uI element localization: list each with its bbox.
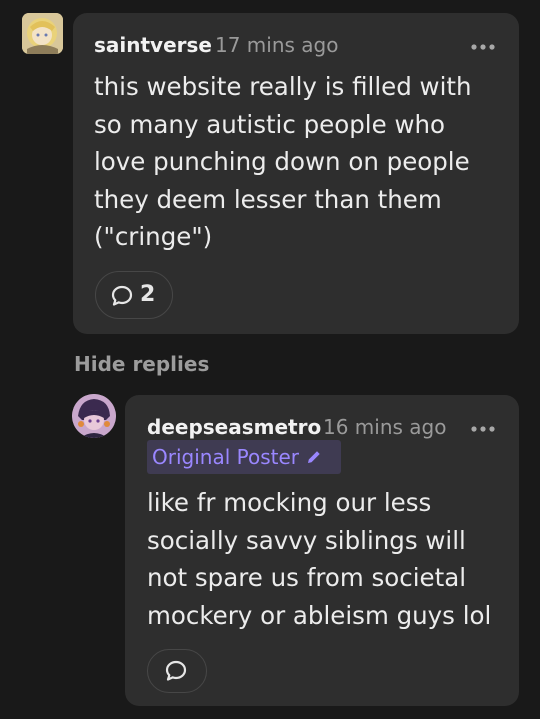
speech-bubble-icon [165,660,187,681]
reply-button[interactable]: 2 [95,271,173,319]
avatar[interactable] [72,394,116,438]
more-options-button[interactable] [470,34,496,54]
badge-label: Original Poster [152,445,299,469]
avatar[interactable] [22,13,63,54]
more-options-button[interactable] [470,416,496,436]
comment-text: like fr mocking our less socially savvy … [147,488,492,630]
speech-bubble-icon [111,285,133,306]
ellipsis-icon [471,44,495,50]
reply-count: 2 [140,282,156,307]
original-poster-badge: Original Poster [147,440,341,474]
avatar-image [72,394,116,438]
username[interactable]: saintverse [94,33,212,57]
ellipsis-icon [471,426,495,432]
hide-replies-button[interactable]: Hide replies [74,352,209,376]
timestamp: 16 mins ago [323,415,447,439]
username[interactable]: deepseasmetro [147,415,321,439]
pencil-icon [308,451,320,463]
avatar-image [22,13,63,54]
timestamp: 17 mins ago [215,33,339,57]
reply-button[interactable] [147,649,207,693]
comment-text: this website really is filled with so ma… [94,72,472,251]
